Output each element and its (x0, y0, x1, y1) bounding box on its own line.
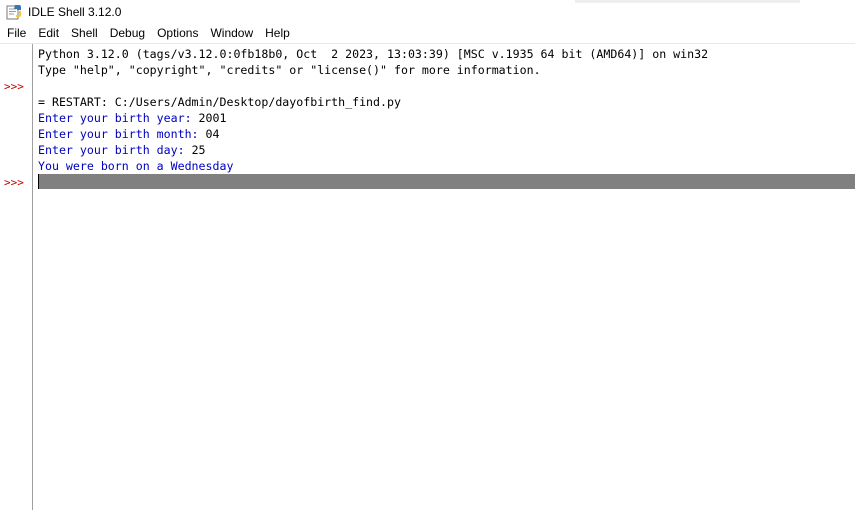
output-line-day: Enter your birth day: 25 (38, 142, 206, 158)
month-prompt-text: Enter your birth month: (38, 127, 206, 141)
year-input-value: 2001 (198, 111, 227, 125)
menu-file[interactable]: File (0, 23, 32, 43)
current-input-line[interactable] (38, 174, 855, 189)
menu-edit[interactable]: Edit (32, 23, 65, 43)
shell-editor-area[interactable]: >>> >>> Python 3.12.0 (tags/v3.12.0:0fb1… (0, 43, 855, 510)
shell-text-area[interactable]: Python 3.12.0 (tags/v3.12.0:0fb18b0, Oct… (34, 44, 855, 510)
output-line-month: Enter your birth month: 04 (38, 126, 220, 142)
idle-shell-window: IDLE Shell 3.12.0 File Edit Shell Debug … (0, 0, 855, 510)
menu-bar: File Edit Shell Debug Options Window Hel… (0, 23, 855, 43)
menu-shell[interactable]: Shell (65, 23, 104, 43)
title-bar: IDLE Shell 3.12.0 (0, 0, 855, 23)
menu-window[interactable]: Window (204, 23, 259, 43)
day-prompt-text: Enter your birth day: (38, 143, 192, 157)
month-input-value: 04 (205, 127, 220, 141)
window-title: IDLE Shell 3.12.0 (28, 4, 122, 19)
text-cursor (38, 174, 39, 189)
menu-debug[interactable]: Debug (104, 23, 151, 43)
day-input-value: 25 (191, 143, 206, 157)
restart-line: = RESTART: C:/Users/Admin/Desktop/dayofb… (38, 95, 401, 109)
prompt-gutter: >>> >>> (0, 44, 33, 510)
gutter-prompt: >>> (4, 80, 24, 93)
menu-options[interactable]: Options (151, 23, 204, 43)
output-line-year: Enter your birth year: 2001 (38, 110, 226, 126)
gutter-prompt-current: >>> (4, 176, 24, 189)
banner-line-2: Type "help", "copyright", "credits" or "… (38, 63, 541, 77)
titlebar-blurred-region (575, 0, 800, 3)
python-idle-icon (6, 4, 21, 19)
result-line: You were born on a Wednesday (38, 159, 234, 173)
year-prompt-text: Enter your birth year: (38, 111, 199, 125)
menu-help[interactable]: Help (259, 23, 296, 43)
banner-line-1: Python 3.12.0 (tags/v3.12.0:0fb18b0, Oct… (38, 47, 709, 61)
